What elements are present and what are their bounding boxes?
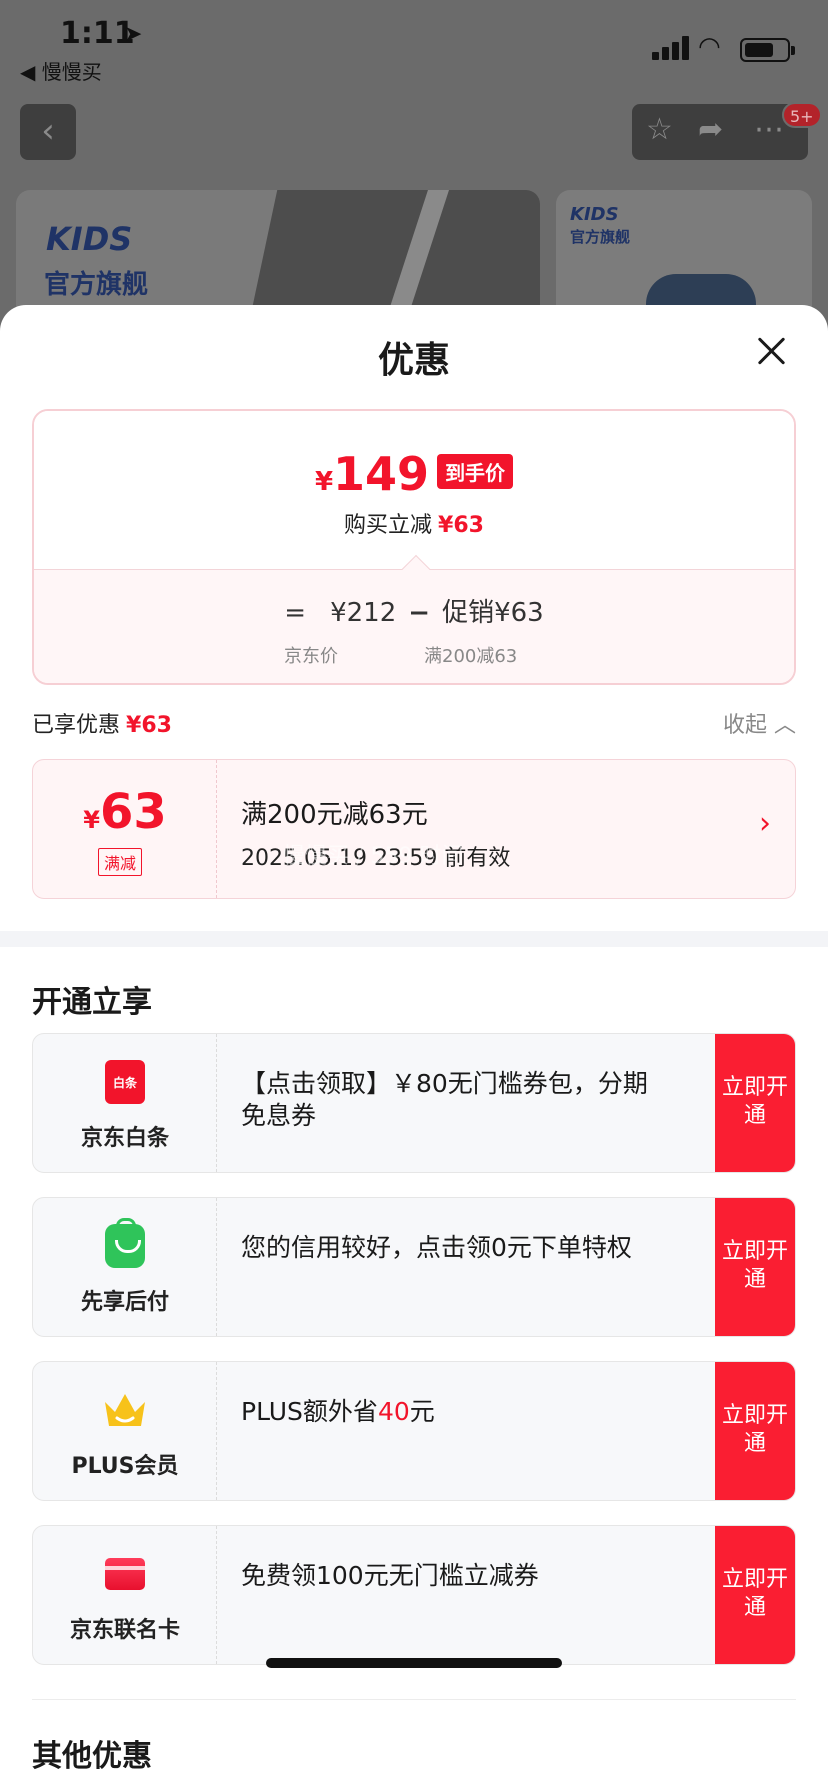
discount-sheet: 优惠 ¥149 到手价 购买立减 ¥63 = ¥212− 促销¥63 京东价 满200减… [0,305,828,1792]
chevron-up-icon: ︿ [773,713,796,738]
open-section-title: 开通立享 [32,985,152,1020]
collapse-button[interactable]: 收起 ︿ [723,707,796,739]
plus-desc-prefix: PLUS额外省 [241,1397,378,1426]
wifi-icon: ◠ [698,32,721,62]
coupon-amount: ¥63 [33,784,217,840]
store-brand-small: 官方旗舰 [570,228,631,246]
service-row-baitiao[interactable]: 京东白条 【点击领取】￥80无门槛券包，分期免息券 立即开通 [32,1033,796,1173]
service-row-cobrand-card[interactable]: 京东联名卡 免费领100元无门槛立减券 立即开通 [32,1525,796,1665]
coupon-card[interactable]: ¥63 满减 满200元减63元 2025.05.19 23:59 前有效 慢慢… [32,759,796,899]
coupon-value: 63 [99,784,167,840]
coupon-type-badge: 满减 [98,848,143,876]
formula-minus: − [408,598,431,628]
service-desc: 【点击领取】￥80无门槛券包，分期免息券 [241,1069,648,1130]
plus-desc-amount: 40 [377,1397,410,1426]
price-formula: = ¥212− 促销¥63 京东价 满200减63 [34,570,794,683]
jd-price-label: 京东价 [284,646,338,667]
service-name: 京东白条 [80,1126,169,1151]
open-now-button[interactable]: 立即开通 [715,1198,795,1336]
final-price-currency: ¥ [314,467,334,497]
divider [32,1699,796,1700]
close-icon[interactable] [752,331,792,371]
more-icon[interactable]: ⋯ [754,112,784,147]
coupon-expiry: 2025.05.19 23:59 前有效 [241,846,511,871]
open-now-button[interactable]: 立即开通 [715,1362,795,1500]
final-price-tag: 到手价 [437,454,514,489]
plus-desc-suffix: 元 [409,1397,435,1426]
status-bar: 1:11 ➤ ◀ 慢慢买 ◠ [0,0,828,90]
chevron-right-icon[interactable]: › [759,806,771,841]
back-button[interactable]: ‹ [20,104,76,160]
home-indicator[interactable] [266,1658,562,1668]
service-desc: 您的信用较好，点击领0元下单特权 [241,1233,632,1262]
other-section-title: 其他优惠 [32,1739,152,1774]
service-name: 先享后付 [80,1290,169,1315]
service-row-plus[interactable]: PLUS会员 PLUS额外省40元 立即开通 [32,1361,796,1501]
service-row-pay-later[interactable]: 先享后付 您的信用较好，点击领0元下单特权 立即开通 [32,1197,796,1337]
share-icon[interactable]: ➦ [698,112,723,147]
jd-price: ¥212 [330,598,397,628]
coupon-currency: ¥ [83,806,100,834]
enjoyed-discount: 已享优惠 ¥63 [32,707,172,739]
final-price: 149 [333,447,430,501]
baitiao-icon [105,1060,145,1104]
service-desc: PLUS额外省40元 [241,1396,661,1428]
location-arrow-icon: ➤ [124,22,143,47]
crown-icon [101,1388,149,1432]
promo-label: 促销¥63 [442,598,544,628]
coupon-title: 满200元减63元 [241,800,428,830]
store-brand: 官方旗舰 [44,270,149,300]
service-name: 京东联名卡 [69,1618,180,1643]
star-icon[interactable]: ☆ [646,112,673,147]
discount-label: 购买立减 [344,513,433,538]
kids-logo: KIDS [46,220,133,258]
battery-icon [740,38,795,62]
open-now-button[interactable]: 立即开通 [715,1034,795,1172]
bag-icon [105,1218,145,1268]
enjoyed-label: 已享优惠 [32,713,121,738]
back-to-app-link[interactable]: ◀ 慢慢买 [20,56,102,85]
service-desc: 免费领100元无门槛立减券 [241,1561,539,1590]
open-now-button[interactable]: 立即开通 [715,1526,795,1664]
enjoyed-value: ¥63 [126,713,172,738]
service-name: PLUS会员 [71,1454,179,1479]
section-gap [0,931,828,947]
discount-value: ¥63 [438,513,484,538]
discount-summary: 购买立减 ¥63 [34,507,794,539]
background-page: 1:11 ➤ ◀ 慢慢买 ◠ ‹ ☆ ➦ ⋯ 5+ KIDS 官方旗舰 KIDS… [0,0,828,350]
collapse-label: 收起 [722,713,767,738]
card-icon [105,1558,145,1590]
sheet-title: 优惠 [377,340,450,381]
signal-icon [652,36,692,60]
promo-detail: 满200减63 [424,646,518,667]
price-card: ¥149 到手价 购买立减 ¥63 = ¥212− 促销¥63 京东价 满200减63 [32,409,796,685]
formula-equals: = [284,598,307,628]
kids-logo-small: KIDS [570,204,619,225]
message-badge: 5+ [782,102,822,128]
